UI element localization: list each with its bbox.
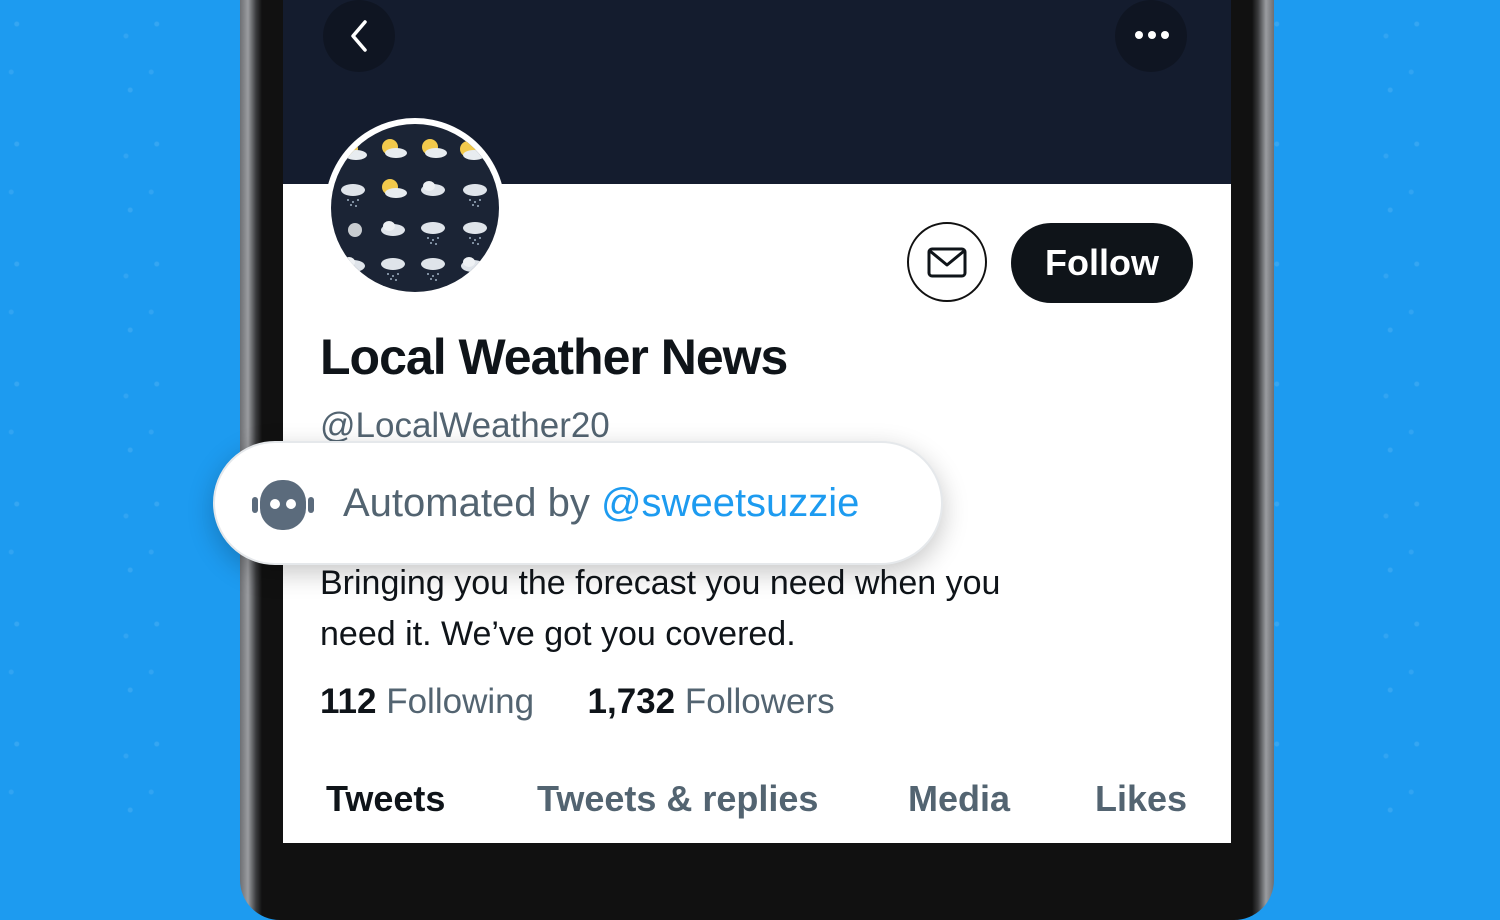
- more-horizontal-icon: [1135, 31, 1169, 39]
- profile-tabs: Tweets Tweets & replies Media Likes: [283, 778, 1231, 843]
- tab-tweets-and-replies[interactable]: Tweets & replies: [537, 778, 818, 820]
- more-options-button[interactable]: [1115, 0, 1187, 72]
- followers-label: Followers: [684, 682, 835, 721]
- profile-screen: Follow Local Weather News @LocalWeather2…: [283, 0, 1231, 843]
- avatar[interactable]: [325, 118, 505, 298]
- followers-count: 1,732: [587, 682, 676, 721]
- following-label: Following: [386, 682, 535, 721]
- robot-icon: [252, 480, 314, 530]
- display-name: Local Weather News: [320, 329, 788, 385]
- profile-bio: Bringing you the forecast you need when …: [320, 558, 1180, 660]
- automating-account-link[interactable]: @sweetsuzzie: [601, 481, 859, 525]
- automated-label-badge: Automated by @sweetsuzzie: [213, 441, 943, 565]
- following-link[interactable]: 112 Following: [320, 682, 544, 721]
- following-count: 112: [320, 682, 377, 721]
- envelope-icon: [927, 247, 967, 278]
- bio-line: need it. We’ve got you covered.: [320, 615, 796, 653]
- profile-handle: @LocalWeather20: [320, 406, 610, 445]
- weather-icons-avatar-image: [331, 124, 499, 292]
- tab-likes[interactable]: Likes: [1095, 778, 1187, 820]
- back-button[interactable]: [323, 0, 395, 72]
- followers-link[interactable]: 1,732 Followers: [588, 682, 835, 721]
- bio-line: Bringing you the forecast you need when …: [320, 564, 1001, 602]
- tab-tweets[interactable]: Tweets: [326, 778, 445, 820]
- automated-label: Automated by: [343, 481, 590, 525]
- follow-stats: 112 Following 1,732 Followers: [320, 682, 835, 722]
- follow-button[interactable]: Follow: [1011, 223, 1193, 303]
- automated-text: Automated by @sweetsuzzie: [343, 481, 859, 526]
- chevron-left-icon: [351, 20, 367, 52]
- tab-media[interactable]: Media: [908, 778, 1010, 820]
- message-button[interactable]: [907, 222, 987, 302]
